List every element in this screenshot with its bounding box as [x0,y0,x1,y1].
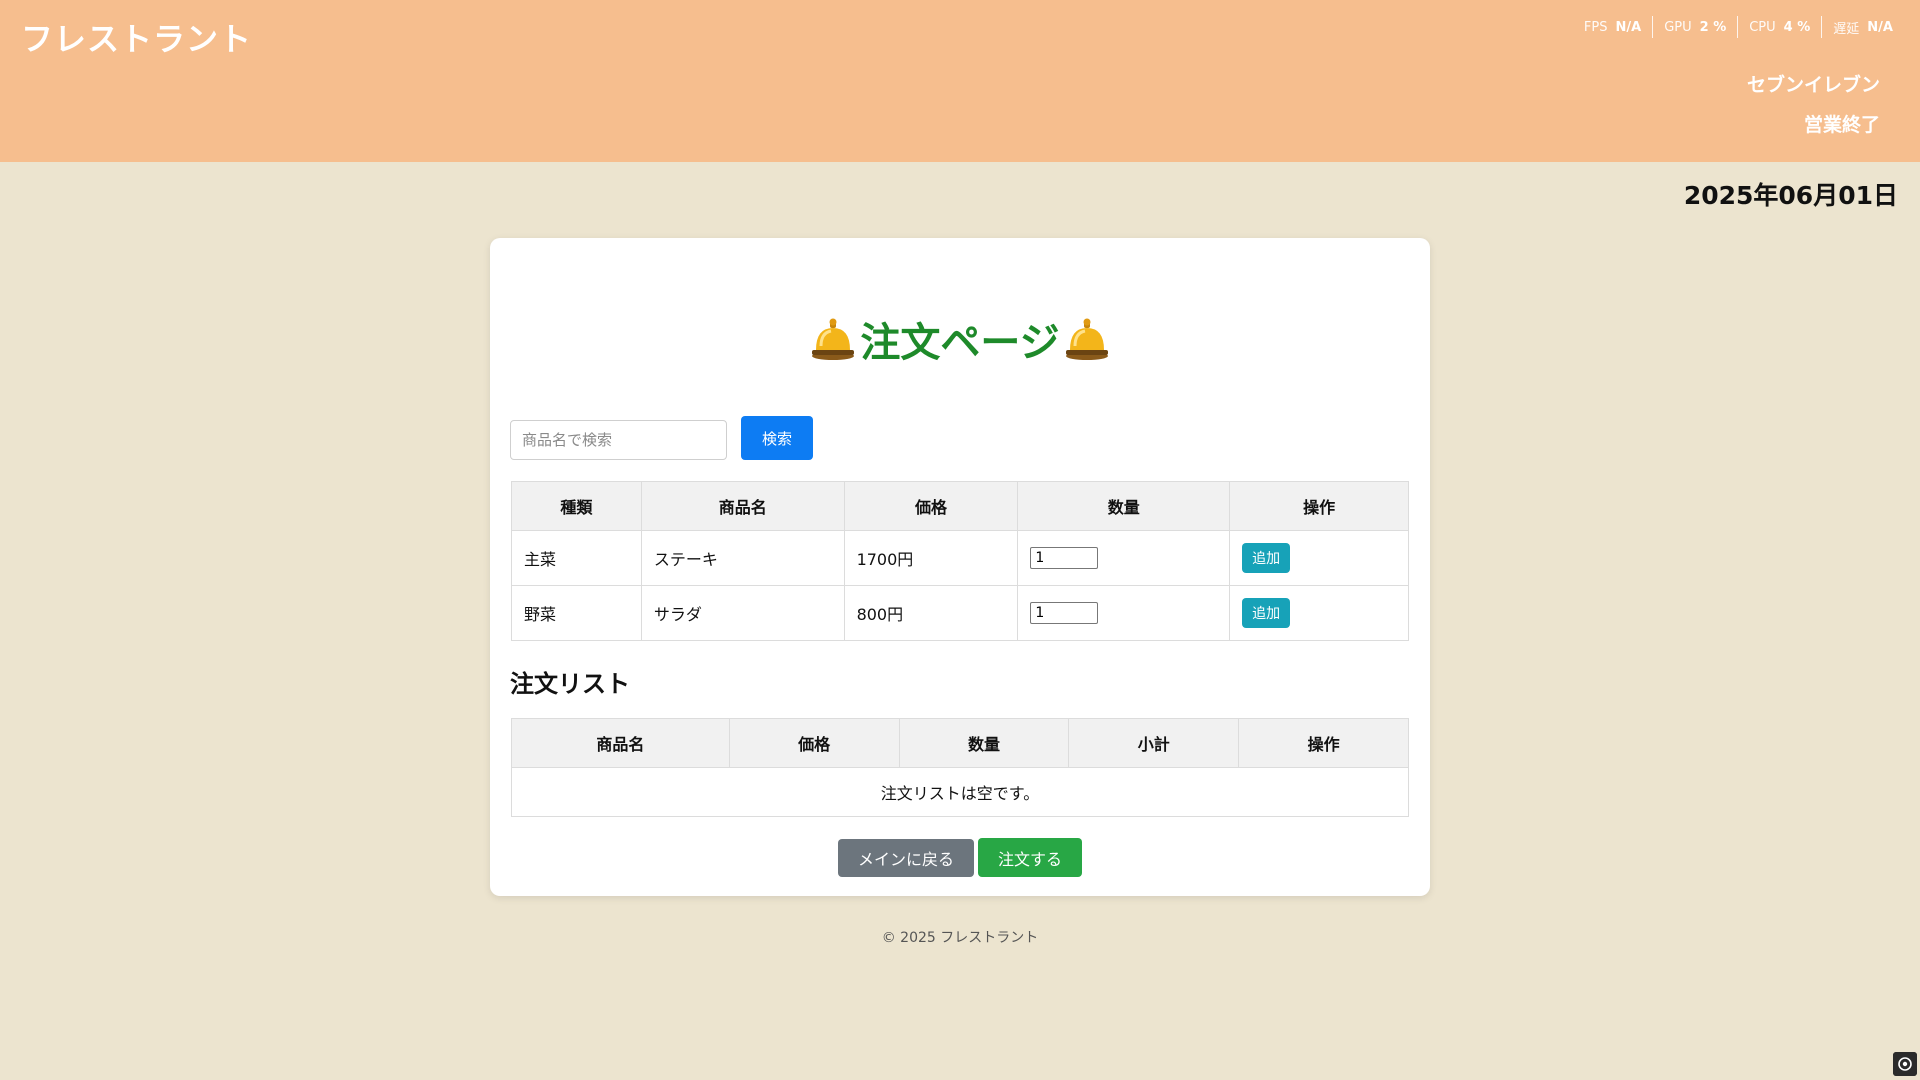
column-header: 商品名 [511,718,730,768]
column-header: 小計 [1068,718,1240,768]
stat-cpu: CPU 4 % [1738,16,1821,38]
table-header-row: 商品名 価格 数量 小計 操作 [511,718,1409,768]
back-to-main-button[interactable]: メインに戻る [838,839,974,877]
table-row: 注文リストは空です。 [511,767,1409,817]
column-header: 数量 [898,718,1070,768]
empty-message: 注文リストは空です。 [511,767,1409,817]
action-cell: 追加 [1229,530,1409,586]
store-status: 営業終了 [1803,114,1880,136]
table-row: 主菜 ステーキ 1700円 追加 [511,530,1409,586]
header-bar: フレストラント FPS N/A GPU 2 % CPU 4 % 遅延 N/A セ… [0,0,1920,162]
category-cell: 野菜 [511,585,642,641]
price-cell: 1700円 [843,530,1019,586]
column-header: 操作 [1229,481,1409,531]
category-cell: 主菜 [511,530,642,586]
price-cell: 800円 [843,585,1019,641]
stat-value: 4 % [1783,19,1811,35]
stat-label: 遅延 [1833,21,1860,37]
stat-value: N/A [1615,19,1642,35]
column-header: 操作 [1238,718,1409,768]
stat-label: GPU [1664,19,1692,35]
app-title: フレストラント [21,20,253,58]
column-header: 価格 [728,718,900,768]
bell-icon [812,318,855,360]
product-name-cell: サラダ [640,585,845,641]
footer-copyright: © 2025 フレストラント [881,930,1039,946]
add-button[interactable]: 追加 [1242,598,1291,628]
page-title-text: 注文ページ [860,320,1060,366]
stat-label: FPS [1583,19,1608,35]
performance-stats: FPS N/A GPU 2 % CPU 4 % 遅延 N/A [1573,16,1904,38]
quantity-cell [1017,530,1231,586]
add-button[interactable]: 追加 [1242,543,1291,573]
stat-value: N/A [1867,19,1893,35]
place-order-button[interactable]: 注文する [978,838,1082,877]
column-header: 数量 [1017,481,1231,531]
stat-latency: 遅延 N/A [1822,16,1904,38]
search-button[interactable]: 検索 [741,416,813,460]
product-name-cell: ステーキ [640,530,845,586]
column-header: 価格 [843,481,1019,531]
page-title: 注文ページ [0,310,1920,368]
settings-toggle-icon[interactable] [1893,1052,1917,1076]
store-name: セブンイレブン [1746,74,1880,96]
search-input[interactable] [510,420,727,460]
stat-value: 2 % [1699,19,1727,35]
order-list-heading: 注文リスト [510,670,630,698]
stat-fps: FPS N/A [1573,16,1652,38]
table-row: 野菜 サラダ 800円 追加 [511,585,1409,641]
quantity-input[interactable] [1030,547,1099,569]
current-date: 2025年06月01日 [1683,181,1898,210]
quantity-input[interactable] [1030,602,1099,624]
menu-table: 種類 商品名 価格 数量 操作 主菜 ステーキ 1700円 追加 野菜 サラダ … [511,481,1409,641]
column-header: 商品名 [640,481,845,531]
table-header-row: 種類 商品名 価格 数量 操作 [511,481,1409,531]
stat-label: CPU [1749,19,1776,35]
quantity-cell [1017,585,1231,641]
column-header: 種類 [511,481,642,531]
action-cell: 追加 [1229,585,1409,641]
stat-gpu: GPU 2 % [1653,16,1737,38]
order-list-table: 商品名 価格 数量 小計 操作 注文リストは空です。 [511,718,1409,817]
bell-icon [1065,318,1108,360]
